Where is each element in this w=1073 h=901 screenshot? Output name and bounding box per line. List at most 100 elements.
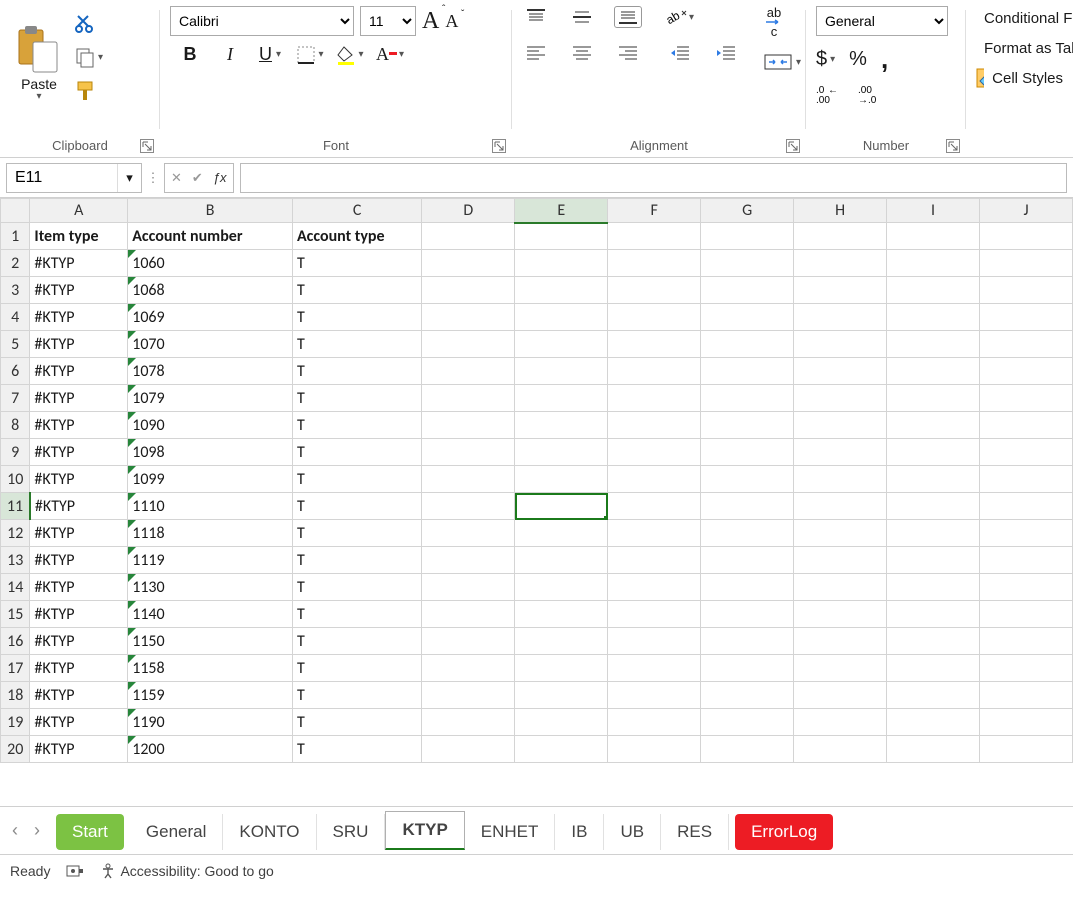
number-launcher[interactable] [946, 139, 960, 153]
cell-J11[interactable] [980, 493, 1073, 520]
cell-H13[interactable] [794, 547, 887, 574]
sheet-tab-general[interactable]: General [130, 814, 223, 850]
sheet-tab-ub[interactable]: UB [604, 814, 661, 850]
cell-D1[interactable] [422, 223, 515, 250]
cell-I16[interactable] [887, 628, 980, 655]
cell-B10[interactable]: 1099 [128, 466, 293, 493]
cell-D16[interactable] [422, 628, 515, 655]
row-header-4[interactable]: 4 [1, 304, 30, 331]
align-right-button[interactable] [614, 42, 642, 64]
paste-button[interactable]: Paste ▾ [10, 6, 68, 104]
cell-D6[interactable] [422, 358, 515, 385]
cell-A15[interactable]: #KTYP [30, 601, 128, 628]
cell-G9[interactable] [701, 439, 794, 466]
decrease-indent-button[interactable] [666, 42, 694, 64]
cell-F18[interactable] [608, 682, 701, 709]
shrink-font-button[interactable]: A ˇ [445, 11, 458, 32]
font-launcher[interactable] [492, 139, 506, 153]
cell-G6[interactable] [701, 358, 794, 385]
cell-E1[interactable] [515, 223, 608, 250]
cell-F13[interactable] [608, 547, 701, 574]
sheet-tab-start[interactable]: Start [56, 814, 124, 850]
column-header-G[interactable]: G [701, 199, 794, 223]
number-format-select[interactable]: General [816, 6, 948, 36]
font-color-button[interactable]: A ▾ [376, 44, 404, 65]
align-middle-button[interactable] [568, 6, 596, 28]
clipboard-launcher[interactable] [140, 139, 154, 153]
cell-E12[interactable] [515, 520, 608, 547]
cell-G14[interactable] [701, 574, 794, 601]
cell-D2[interactable] [422, 250, 515, 277]
borders-button[interactable]: ▾ [296, 45, 324, 65]
cell-H4[interactable] [794, 304, 887, 331]
formula-input[interactable] [241, 167, 1066, 188]
cell-C17[interactable]: T [292, 655, 421, 682]
decrease-decimal-button[interactable]: .00→.0 [858, 83, 886, 103]
cell-J8[interactable] [980, 412, 1073, 439]
row-header-12[interactable]: 12 [1, 520, 30, 547]
cell-C19[interactable]: T [292, 709, 421, 736]
row-header-15[interactable]: 15 [1, 601, 30, 628]
cell-A1[interactable]: Item type [30, 223, 128, 250]
cell-F19[interactable] [608, 709, 701, 736]
cell-J17[interactable] [980, 655, 1073, 682]
cell-E2[interactable] [515, 250, 608, 277]
cell-F17[interactable] [608, 655, 701, 682]
row-header-3[interactable]: 3 [1, 277, 30, 304]
cell-C8[interactable]: T [292, 412, 421, 439]
row-header-6[interactable]: 6 [1, 358, 30, 385]
cell-A20[interactable]: #KTYP [30, 736, 128, 763]
cell-H14[interactable] [794, 574, 887, 601]
cell-F20[interactable] [608, 736, 701, 763]
cell-E8[interactable] [515, 412, 608, 439]
cell-C7[interactable]: T [292, 385, 421, 412]
cell-B3[interactable]: 1068 [128, 277, 293, 304]
cell-E16[interactable] [515, 628, 608, 655]
confirm-edit-button[interactable]: ✔ [192, 170, 203, 186]
cell-A9[interactable]: #KTYP [30, 439, 128, 466]
column-header-I[interactable]: I [887, 199, 980, 223]
italic-button[interactable]: I [216, 44, 244, 65]
cell-H17[interactable] [794, 655, 887, 682]
cell-C12[interactable]: T [292, 520, 421, 547]
cell-I6[interactable] [887, 358, 980, 385]
cell-C18[interactable]: T [292, 682, 421, 709]
cell-H6[interactable] [794, 358, 887, 385]
column-header-A[interactable]: A [30, 199, 128, 223]
cell-F6[interactable] [608, 358, 701, 385]
cell-H7[interactable] [794, 385, 887, 412]
cell-B20[interactable]: 1200 [128, 736, 293, 763]
cell-B7[interactable]: 1079 [128, 385, 293, 412]
cell-A3[interactable]: #KTYP [30, 277, 128, 304]
cell-G11[interactable] [701, 493, 794, 520]
cell-A18[interactable]: #KTYP [30, 682, 128, 709]
row-header-19[interactable]: 19 [1, 709, 30, 736]
cell-H15[interactable] [794, 601, 887, 628]
cell-I13[interactable] [887, 547, 980, 574]
row-header-13[interactable]: 13 [1, 547, 30, 574]
row-header-18[interactable]: 18 [1, 682, 30, 709]
cell-C11[interactable]: T [292, 493, 421, 520]
column-header-J[interactable]: J [980, 199, 1073, 223]
cell-I5[interactable] [887, 331, 980, 358]
cell-D19[interactable] [422, 709, 515, 736]
cell-D12[interactable] [422, 520, 515, 547]
cell-I20[interactable] [887, 736, 980, 763]
cell-I3[interactable] [887, 277, 980, 304]
cell-I2[interactable] [887, 250, 980, 277]
row-header-17[interactable]: 17 [1, 655, 30, 682]
cell-H12[interactable] [794, 520, 887, 547]
cell-G4[interactable] [701, 304, 794, 331]
cell-G13[interactable] [701, 547, 794, 574]
cell-D11[interactable] [422, 493, 515, 520]
column-header-D[interactable]: D [422, 199, 515, 223]
cell-H5[interactable] [794, 331, 887, 358]
font-size-select[interactable]: 11 [360, 6, 416, 36]
cell-J15[interactable] [980, 601, 1073, 628]
cell-I9[interactable] [887, 439, 980, 466]
fill-color-button[interactable]: ▾ [336, 45, 364, 65]
cell-C2[interactable]: T [292, 250, 421, 277]
font-name-select[interactable]: Calibri [170, 6, 354, 36]
cell-B15[interactable]: 1140 [128, 601, 293, 628]
cell-G7[interactable] [701, 385, 794, 412]
